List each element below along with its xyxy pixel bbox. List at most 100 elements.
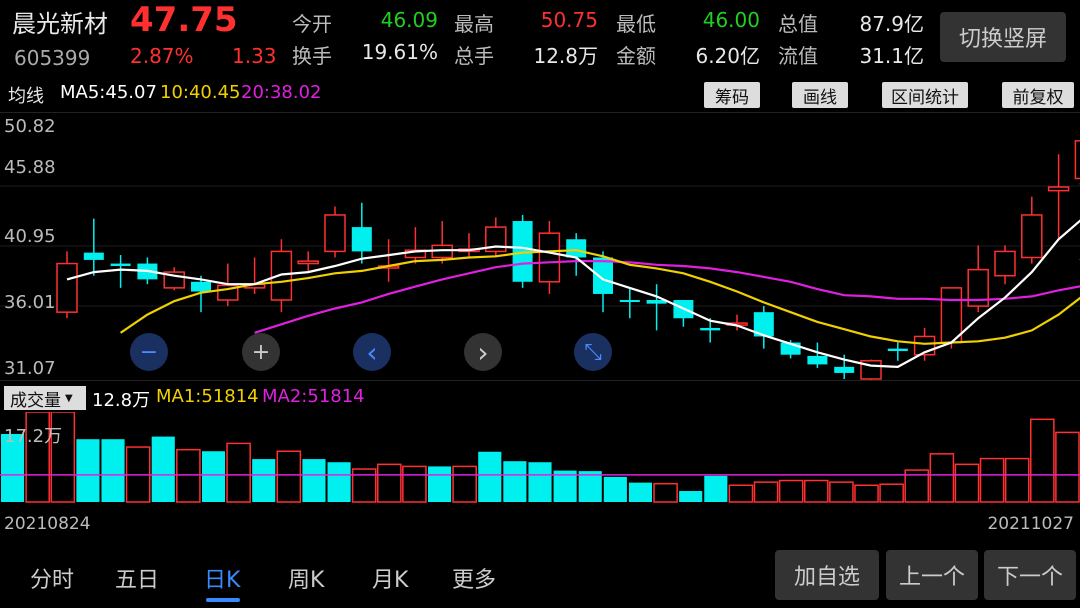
candle: [1047, 154, 1070, 240]
quote-label: 总值: [778, 12, 818, 36]
candle: [431, 221, 453, 264]
quote-value: 50.75: [540, 8, 598, 32]
quote-label: 金额: [616, 44, 656, 68]
stock-name: 晨光新材: [12, 10, 108, 38]
candle-body: [834, 366, 855, 373]
change-percent: 2.87%: [130, 44, 194, 68]
volume-ma2: MA2:51814: [262, 386, 365, 407]
candle: [940, 287, 963, 349]
volume-bar: [879, 483, 904, 503]
quote-value: 46.00: [702, 8, 760, 32]
start-date: 20210824: [4, 514, 91, 534]
ma10-value: 10:40.45: [160, 82, 241, 103]
range-stats-button[interactable]: 区间统计: [882, 82, 968, 108]
candle-body: [1074, 140, 1080, 180]
tab-2[interactable]: 日K: [204, 562, 240, 594]
candle-body: [191, 281, 211, 292]
volume-bar: [1030, 418, 1055, 503]
volume-bar: [528, 462, 552, 502]
volume-bar: [753, 481, 779, 503]
volume-bar: [276, 450, 302, 503]
candle: [860, 359, 882, 380]
candle: [646, 284, 667, 331]
quote-label: 换手: [292, 44, 332, 68]
quote-value: 19.61%: [361, 40, 438, 64]
volume-bar: [653, 482, 678, 503]
candle-body: [110, 263, 131, 266]
candle: [110, 255, 131, 288]
candle: [566, 233, 587, 276]
zoom-in-button[interactable]: +: [242, 333, 280, 371]
quote-label: 最高: [454, 12, 494, 36]
candle-body: [297, 260, 319, 265]
stock-code: 605399: [14, 46, 91, 70]
volume-bar: [76, 439, 100, 502]
switch-portrait-button[interactable]: 切换竖屏: [940, 12, 1066, 62]
tab-1[interactable]: 五日: [115, 562, 159, 594]
volume-bar: [402, 465, 427, 503]
adjust-button[interactable]: 前复权: [1002, 82, 1074, 108]
end-date: 20211027: [987, 514, 1074, 534]
volume-bar: [226, 442, 251, 503]
quote-label: 流值: [778, 44, 818, 68]
quote-value: 6.20亿: [695, 44, 760, 68]
volume-bar: [101, 439, 125, 502]
chips-button[interactable]: 筹码: [704, 82, 760, 108]
volume-bar: [854, 484, 879, 503]
scroll-right-button[interactable]: ›: [464, 333, 502, 371]
volume-bar: [327, 462, 351, 502]
candle-body: [619, 300, 640, 303]
volume-bar: [728, 484, 754, 503]
tab-0[interactable]: 分时: [30, 562, 74, 594]
chart-mid-divider: [0, 380, 1080, 381]
candle-body: [940, 287, 963, 344]
tab-5[interactable]: 更多: [452, 562, 496, 594]
quote-label: 最低: [616, 12, 656, 36]
volume-ma1: MA1:51814: [156, 386, 259, 407]
volume-bar: [351, 468, 377, 503]
candle-body: [351, 227, 372, 252]
quote-value: 12.8万: [533, 44, 598, 68]
chevron-down-icon: ▼: [65, 392, 73, 404]
candle: [753, 306, 774, 349]
prev-stock-button[interactable]: 上一个: [886, 550, 978, 600]
volume-bar: [578, 471, 602, 502]
volume-bar: [1055, 431, 1080, 503]
tab-3[interactable]: 周K: [288, 562, 324, 594]
y-tick-label: 36.01: [4, 292, 56, 313]
volume-bar: [603, 476, 627, 502]
add-watchlist-button[interactable]: 加自选: [775, 550, 879, 600]
candle: [56, 251, 78, 319]
volume-bar: [704, 475, 728, 502]
collapse-icon[interactable]: ⤡: [574, 333, 612, 371]
ma5-value: MA5:45.07: [60, 82, 157, 103]
volume-max-label: 17.2万: [4, 426, 63, 447]
scroll-left-button[interactable]: ‹: [353, 333, 391, 371]
next-stock-button[interactable]: 下一个: [984, 550, 1076, 600]
volume-bar: [929, 453, 955, 503]
candle: [538, 221, 561, 294]
zoom-out-button[interactable]: −: [130, 333, 168, 371]
volume-chart[interactable]: [0, 412, 1080, 504]
candle-body: [887, 348, 908, 352]
indicator-select[interactable]: 成交量 ▼: [4, 386, 86, 411]
candle-body: [994, 250, 1016, 277]
volume-bar: [628, 482, 653, 502]
candle-body: [56, 262, 78, 313]
volume-total: 12.8万: [92, 390, 151, 411]
candle: [1074, 140, 1080, 180]
quote-value: 87.9亿: [859, 12, 924, 36]
volume-bar: [829, 481, 854, 503]
ma20-value: 20:38.02: [241, 82, 322, 103]
candle-body: [807, 355, 828, 365]
quote-label: 今开: [292, 12, 332, 36]
volume-bar: [252, 459, 276, 502]
candle: [673, 300, 694, 327]
draw-line-button[interactable]: 画线: [792, 82, 848, 108]
tab-4[interactable]: 月K: [372, 562, 408, 594]
y-tick-label: 45.88: [4, 157, 56, 178]
quote-label: 总手: [454, 44, 494, 68]
volume-bar: [302, 459, 326, 502]
volume-bar: [427, 466, 452, 502]
candle: [994, 245, 1016, 285]
